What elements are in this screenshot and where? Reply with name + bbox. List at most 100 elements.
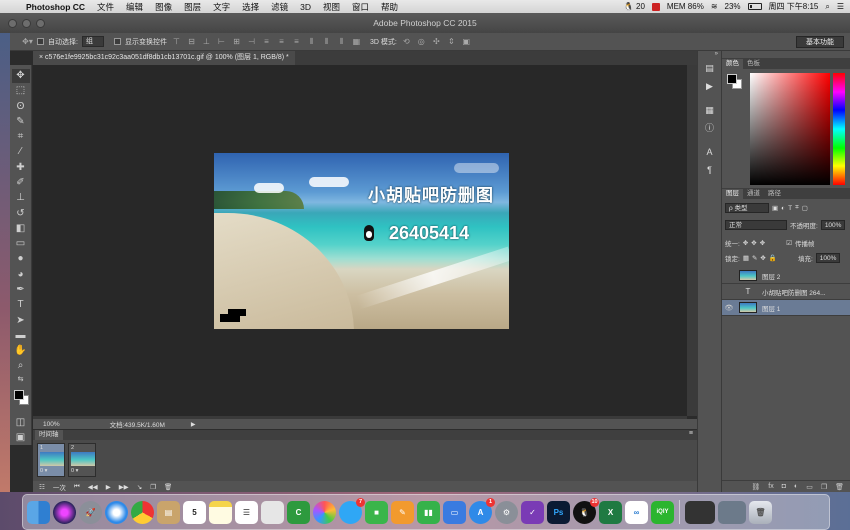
workspace-switcher[interactable]: 基本功能 [796,36,844,48]
screen-mode-icon[interactable]: ▣ [12,431,30,445]
preview-icon[interactable] [261,500,284,524]
lock-transparent-icon[interactable]: ▦ [743,254,749,262]
menu-select[interactable]: 选择 [236,1,265,13]
paragraph-panel-icon[interactable]: ¶ [701,163,718,177]
unify-position-icon[interactable]: ✥ [743,239,748,247]
menu-filter[interactable]: 滤镜 [265,1,294,13]
first-frame-icon[interactable]: ⏮ [74,483,80,491]
status-menu-arrow-icon[interactable]: ▶ [191,421,196,428]
filter-type-icon[interactable]: T [788,205,792,212]
3d-roll-icon[interactable]: ◎ [416,37,427,47]
lasso-tool-icon[interactable]: ʘ [12,100,30,114]
3d-slide-icon[interactable]: ⇕ [446,37,457,47]
adjustment-layer-icon[interactable]: ◐ [794,483,798,490]
add-mask-icon[interactable]: ◘ [782,483,786,490]
battery-percent[interactable]: 23% [725,2,741,11]
layer-row[interactable]: 图层 2 [722,268,850,284]
tab-swatches[interactable]: 色板 [743,59,764,69]
dodge-tool-icon[interactable]: ◕ [12,268,30,282]
iqiyi-icon[interactable]: iQIY [651,500,674,524]
play-icon[interactable]: ▶ [106,483,111,491]
finder-icon[interactable] [27,500,50,524]
distribute-top-icon[interactable]: ≡ [261,37,272,47]
align-hcenter-icon[interactable]: ⊞ [231,37,242,47]
clone-stamp-tool-icon[interactable]: ⊥ [12,191,30,205]
menu-image[interactable]: 图像 [149,1,178,13]
memory-status[interactable]: MEM 86% [667,2,704,11]
siri-icon[interactable] [53,500,76,524]
layer-row[interactable]: T 小胡贴吧防删图 264... [722,284,850,300]
opacity-input[interactable]: 100% [820,220,846,230]
tab-color[interactable]: 颜色 [722,59,743,69]
actions-panel-icon[interactable]: ▶ [701,79,718,93]
calendar-icon[interactable]: 5 [183,500,206,524]
chrome-icon[interactable] [131,500,154,524]
menu-window[interactable]: 窗口 [346,1,375,13]
pen-tool-icon[interactable]: ✒ [12,283,30,297]
record-icon[interactable] [651,2,660,11]
distribute-vcenter-icon[interactable]: ≡ [276,37,287,47]
excel-icon[interactable]: X [599,500,622,524]
distribute-left-icon[interactable]: ⦀ [306,37,317,47]
zoom-level[interactable]: 100% [43,421,60,428]
menu-edit[interactable]: 编辑 [120,1,149,13]
healing-brush-tool-icon[interactable]: ✚ [12,161,30,175]
eyedropper-tool-icon[interactable]: ⁄ [12,145,30,159]
info-panel-icon[interactable]: ⓘ [701,121,718,135]
trash-icon[interactable]: 🗑 [749,500,772,524]
numbers-icon[interactable]: ▮▮ [417,500,440,524]
gradient-tool-icon[interactable]: ▭ [12,237,30,251]
filter-shape-icon[interactable]: ⌗ [795,204,799,212]
timeline-tab[interactable]: 时间轴 [35,430,63,440]
menu-type[interactable]: 文字 [207,1,236,13]
character-panel-icon[interactable]: A [701,145,718,159]
align-right-icon[interactable]: ⊣ [246,37,257,47]
pages-icon[interactable]: ✎ [391,500,414,524]
qq-status-icon[interactable]: 🐧 20 [624,2,645,11]
quick-mask-icon[interactable]: ◫ [12,416,30,430]
tween-icon[interactable]: ↘ [137,483,142,491]
camtasia-icon[interactable]: C [287,500,310,524]
unify-visibility-icon[interactable]: ✥ [751,239,756,247]
link-layers-icon[interactable]: ⛓ [751,483,760,491]
notes-icon[interactable] [209,500,232,524]
eraser-tool-icon[interactable]: ◧ [12,222,30,236]
notification-center-icon[interactable]: ☰ [837,2,844,11]
blend-mode-select[interactable]: 正常 [725,220,787,230]
layer-kind-filter[interactable]: ρ 类型 [725,203,769,213]
loop-select[interactable]: 一次 [53,482,66,492]
menu-file[interactable]: 文件 [91,1,120,13]
reminders-icon[interactable]: ☰ [235,500,258,524]
messages-icon[interactable]: 7 [339,497,365,524]
keynote-icon[interactable]: ▭ [443,500,466,524]
lock-all-icon[interactable]: 🔒 [769,254,777,262]
distribute-right-icon[interactable]: ⦀ [336,37,347,47]
tab-paths[interactable]: 路径 [764,189,785,199]
auto-select-target-select[interactable]: 组 [81,36,104,47]
zoom-tool-icon[interactable]: ⌕ [12,359,30,373]
swap-colors-icon[interactable]: ⇆ [12,375,30,384]
eye-icon[interactable]: 👁 [722,304,736,312]
collapse-panels-icon[interactable]: » [698,51,721,57]
propagate-frame-checkbox[interactable]: ☑ [786,239,792,247]
spotlight-icon[interactable]: ⌕ [825,2,829,12]
contacts-icon[interactable]: ▤ [157,500,180,524]
3d-pan-icon[interactable]: ✣ [431,37,442,47]
clock[interactable]: 周四 下午8:15 [769,1,819,12]
menu-help[interactable]: 帮助 [375,1,404,13]
move-tool-icon[interactable]: ✥ [11,69,30,84]
layer-name[interactable]: 图层 1 [762,303,780,313]
onenote-icon[interactable]: ✓ [521,500,544,524]
launchpad-icon[interactable]: 🚀 [79,500,102,524]
new-layer-icon[interactable]: ❐ [821,483,827,491]
filter-pixel-icon[interactable]: ▣ [772,204,778,212]
safari-icon[interactable] [105,500,128,524]
show-transform-checkbox[interactable] [113,38,121,45]
layer-style-icon[interactable]: fx [768,483,773,490]
brush-tool-icon[interactable]: ✐ [12,176,30,190]
marquee-tool-icon[interactable]: ⬚ [12,84,30,98]
blur-tool-icon[interactable]: ● [12,252,30,266]
frame-duration[interactable]: 0 ▾ [71,468,78,474]
lock-image-icon[interactable]: ✎ [752,254,757,262]
wifi-icon[interactable]: ≋ [711,2,718,11]
